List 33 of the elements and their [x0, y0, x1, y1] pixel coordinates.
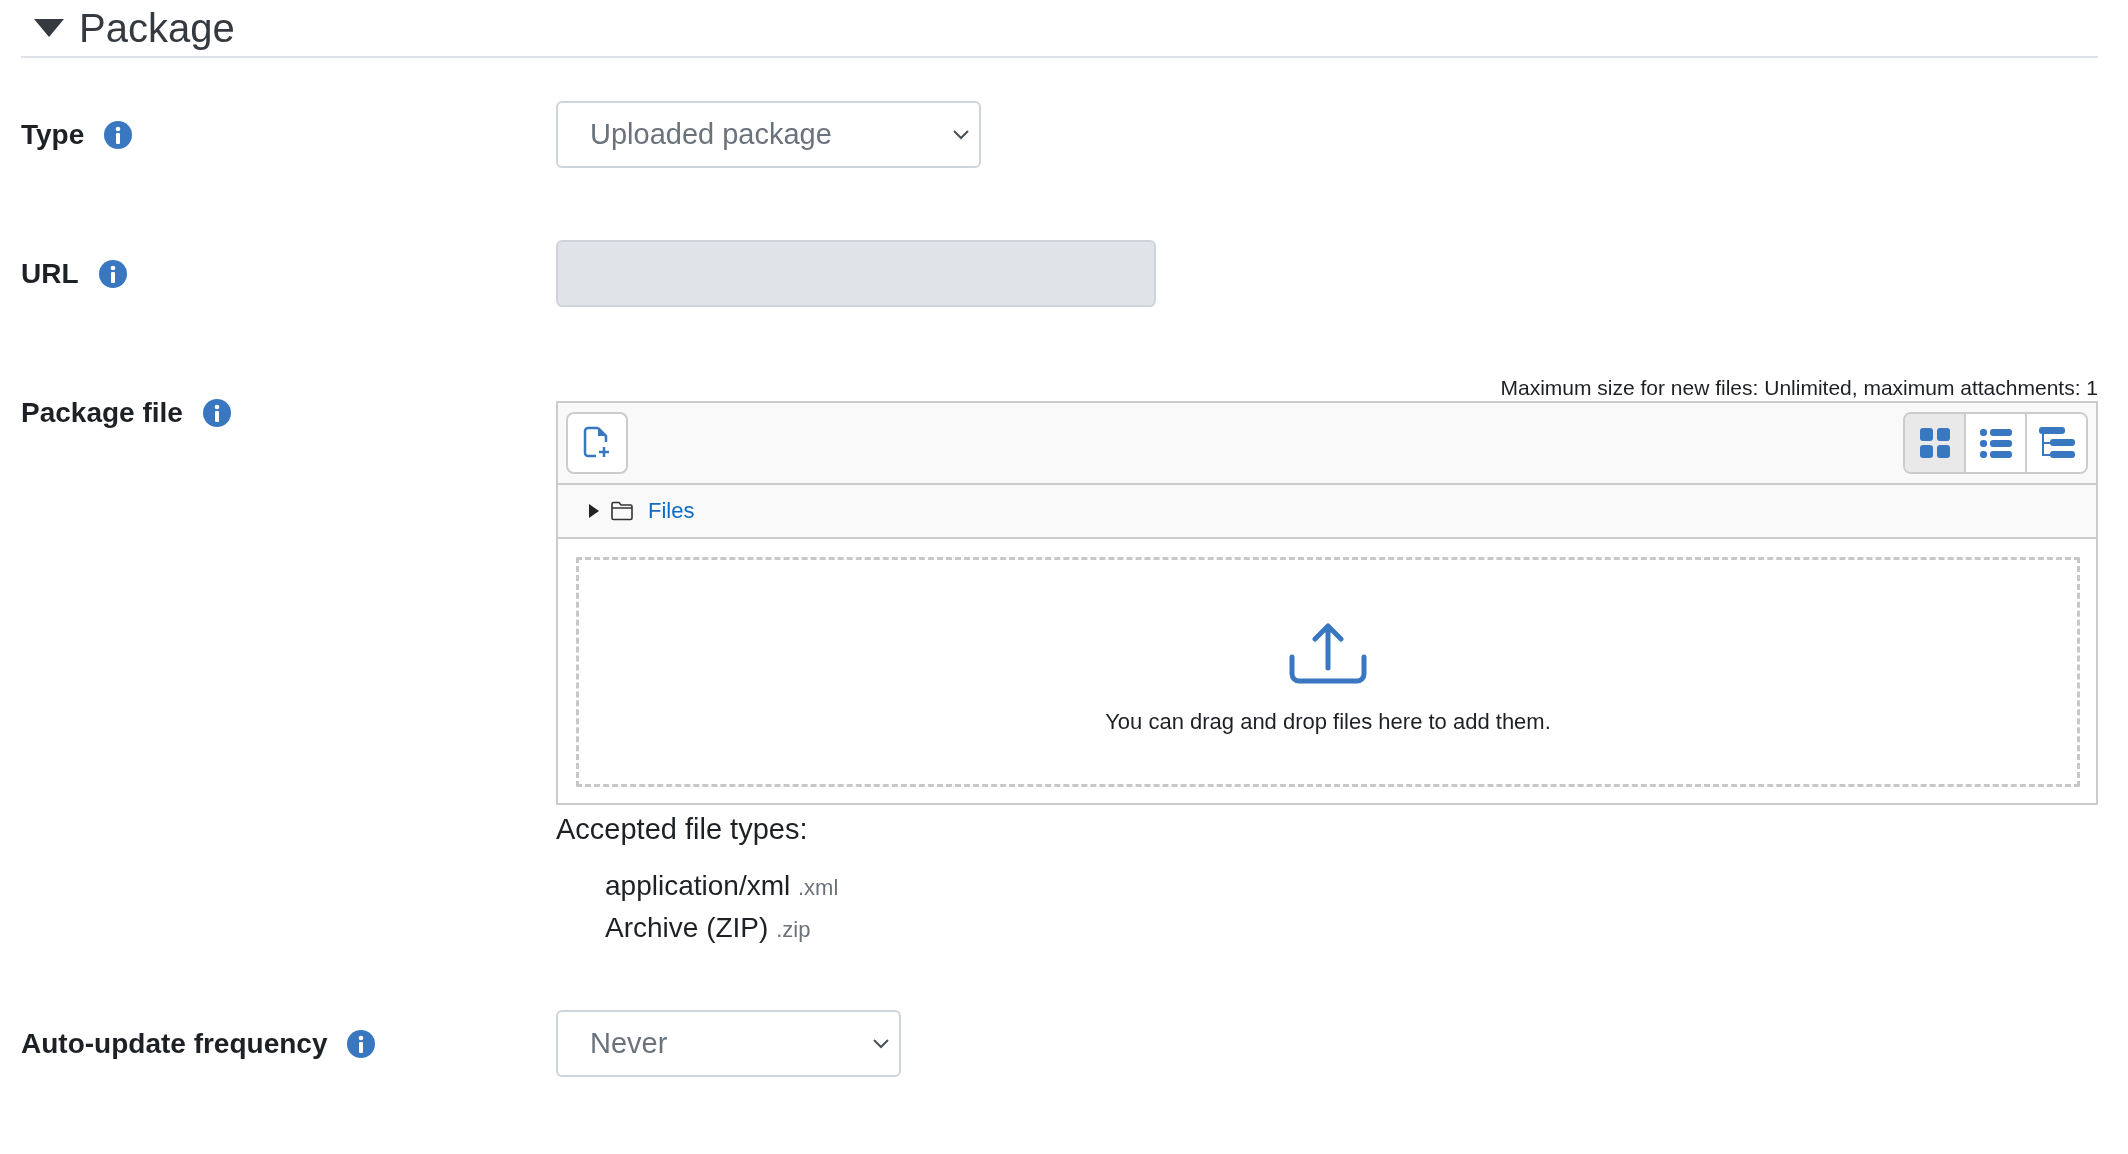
info-icon[interactable] — [98, 259, 127, 288]
folder-link[interactable]: Files — [648, 498, 695, 524]
drop-zone[interactable]: You can drag and drop files here to add them. — [576, 557, 2080, 787]
field-label: Package file — [21, 396, 183, 429]
file-plus-icon — [583, 426, 611, 460]
view-toggle[interactable] — [1964, 414, 2025, 472]
file-extension: .zip — [776, 917, 811, 942]
info-icon[interactable] — [347, 1029, 376, 1058]
info-icon[interactable] — [104, 120, 133, 149]
grid-view-icon — [1918, 427, 1951, 459]
chevron-icon — [953, 129, 969, 140]
view-toggle[interactable] — [1905, 414, 1964, 472]
field-label: Auto-update frequency — [21, 1027, 328, 1060]
caret-icon[interactable] — [588, 503, 600, 519]
field-label: URL — [21, 257, 79, 290]
folder-icon — [610, 501, 634, 521]
view-toggle[interactable] — [2025, 414, 2086, 472]
dropdown-select[interactable]: Never — [556, 1010, 901, 1077]
file-type-name: Archive (ZIP) — [605, 912, 769, 943]
file-type-name: application/xml — [605, 870, 791, 901]
upload-icon — [1288, 623, 1368, 685]
drop-hint: You can drag and drop files here to add them. — [1105, 709, 1551, 735]
tree-view-icon — [2038, 427, 2075, 459]
section-title[interactable]: Package — [79, 5, 235, 51]
dropdown-select[interactable]: Uploaded package — [556, 101, 981, 168]
add-file-button[interactable] — [566, 412, 628, 474]
accepted-types-heading: Accepted file types: — [556, 813, 809, 846]
info-icon[interactable] — [202, 398, 231, 427]
chevron-icon — [873, 1038, 889, 1049]
list-view-icon — [1979, 428, 2012, 458]
upload-limits-text: Maximum size for new files: Unlimited, maximum attachments: 1 — [1499, 375, 2098, 401]
field-label: Type — [21, 118, 85, 151]
file-extension: .xml — [798, 875, 839, 900]
